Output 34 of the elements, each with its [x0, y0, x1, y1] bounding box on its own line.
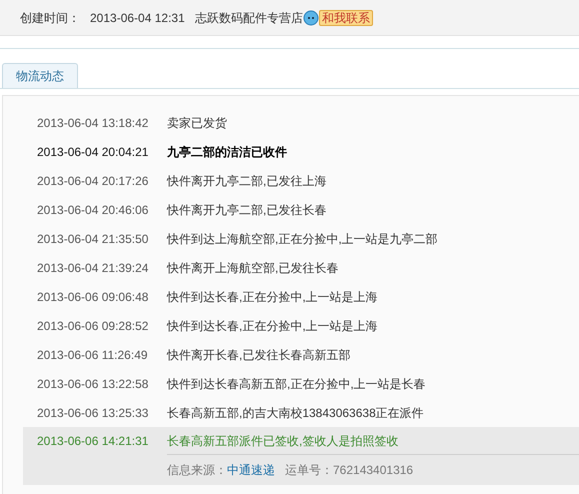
event-time: 2013-06-04 13:18:42: [37, 114, 150, 132]
event-time: 2013-06-06 13:22:58: [37, 376, 150, 392]
tab[interactable]: 物流动态: [2, 63, 78, 88]
event-time: 2013-06-06 09:06:48: [37, 288, 150, 306]
event-text: 长春高新五部,的吉大南校13843063638正在派件: [167, 404, 424, 422]
waybill-number: 762143401316: [333, 462, 414, 479]
event-text: 九亭二部的洁洁已收件: [167, 144, 287, 160]
event-text: 快件离开九亭二部,已发往上海: [167, 172, 326, 190]
source-label: 信息来源：: [167, 462, 227, 479]
event-time: 2013-06-06 11:26:49: [37, 346, 149, 364]
shop-name: 志跃数码配件专营店: [194, 10, 303, 26]
event-text: 快件离开九亭二部,已发往长春: [167, 202, 326, 218]
created-time: 2013-06-04 12:31: [90, 10, 185, 26]
carrier-link[interactable]: 中通速递: [227, 461, 275, 479]
event-text: 快件离开上海航空部,已发往长春: [167, 260, 338, 276]
event-text: 快件到达长春,正在分捡中,上一站是上海: [167, 288, 378, 306]
event-text: 快件到达上海航空部,正在分捡中,上一站是九亭二部: [167, 230, 438, 248]
event-time: 2013-06-06 09:28:52: [37, 318, 150, 334]
event-time: 2013-06-04 20:46:06: [37, 202, 150, 218]
event-time: 2013-06-04 20:04:21: [37, 144, 150, 160]
event-text: 长春高新五部派件已签收,签收人是拍照签收: [167, 433, 398, 450]
event-time: 2013-06-04 20:17:26: [37, 172, 150, 190]
event-time: 2013-06-04 21:39:24: [37, 260, 150, 276]
created-label: 创建时间：: [20, 10, 80, 26]
event-text: 卖家已发货: [167, 114, 227, 132]
waybill-label: 运单号：: [285, 462, 333, 479]
chat-bubble-icon[interactable]: [302, 10, 319, 26]
event-time: 2013-06-06 13:25:33: [37, 404, 150, 422]
contact-button[interactable]: 和我联系: [318, 10, 373, 26]
event-text: 快件到达长春,正在分捡中,上一站是上海: [167, 318, 378, 334]
event-text: 快件到达长春高新五部,正在分捡中,上一站是长春: [167, 376, 426, 392]
event-text: 快件离开长春,已发往长春高新五部: [167, 346, 350, 364]
event-time: 2013-06-06 14:21:31: [37, 433, 150, 450]
event-time: 2013-06-04 21:35:50: [37, 230, 150, 248]
